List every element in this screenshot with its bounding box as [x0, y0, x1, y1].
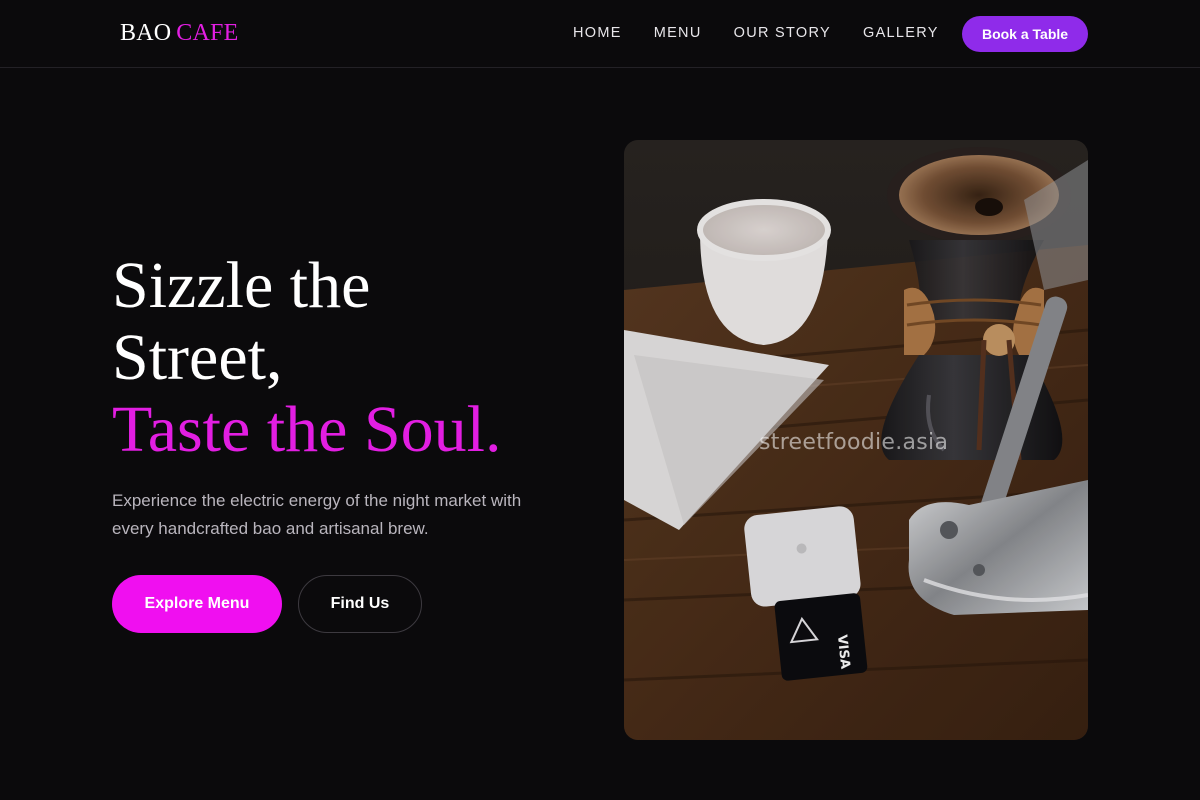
hero-heading-line1: Sizzle the	[112, 249, 371, 322]
hero-subtitle: Experience the electric energy of the ni…	[112, 491, 522, 538]
hero-heading: Sizzle the Street, Taste the Soul.	[112, 250, 502, 466]
find-us-button[interactable]: Find Us	[298, 575, 422, 633]
brand-name-part1: BAO	[120, 20, 172, 46]
hero-image: VISA streetfoodie.asia	[624, 140, 1088, 740]
nav-link-home[interactable]: HOME	[573, 25, 622, 41]
top-navbar: BAO CAFE HOME MENU OUR STORY GALLERY Book…	[0, 0, 1200, 68]
hero-heading-line2: Street,	[112, 321, 283, 394]
brand-logo[interactable]: BAO CAFE	[120, 20, 238, 47]
image-watermark: streetfoodie.asia	[759, 430, 949, 455]
nav-link-gallery[interactable]: GALLERY	[863, 25, 939, 41]
brand-name-part2: CAFE	[176, 20, 239, 46]
explore-menu-button[interactable]: Explore Menu	[112, 575, 282, 633]
nav-link-menu[interactable]: MENU	[654, 25, 702, 41]
hero-heading-line3: Taste the Soul.	[112, 393, 502, 466]
nav-links: HOME MENU OUR STORY GALLERY	[573, 25, 939, 41]
nav-link-our-story[interactable]: OUR STORY	[734, 25, 831, 41]
book-table-button[interactable]: Book a Table	[962, 16, 1088, 52]
